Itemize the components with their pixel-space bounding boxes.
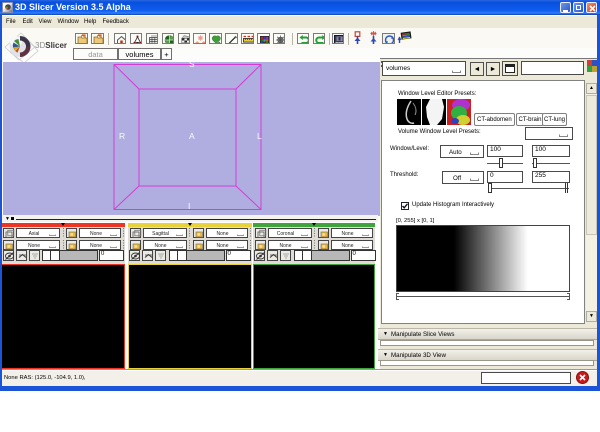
svg-text:MRML: MRML [335,41,344,44]
